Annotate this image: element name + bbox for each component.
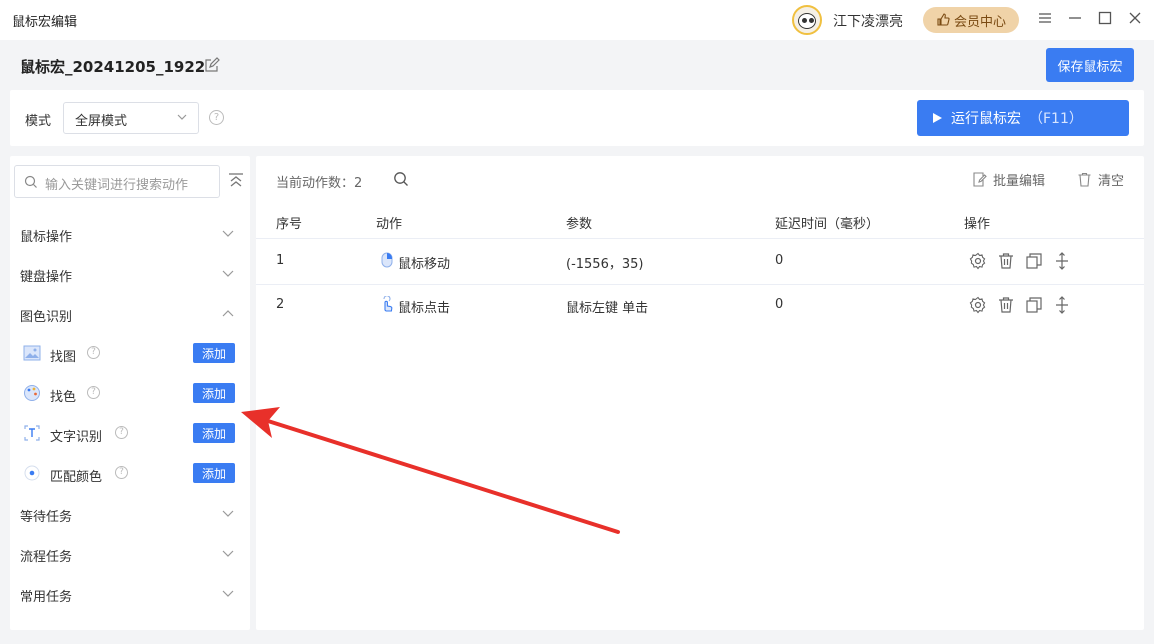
row-index: 2 (276, 297, 285, 312)
copy-icon[interactable] (1025, 296, 1043, 314)
add-color-match-button[interactable]: 添加 (193, 463, 235, 483)
mode-select[interactable]: 全屏模式 (63, 102, 199, 134)
trash-icon (1078, 172, 1091, 187)
minimize-icon[interactable] (1067, 11, 1083, 27)
category-keyboard-ops[interactable]: 键盘操作 (20, 266, 72, 285)
chevron-down-icon (177, 114, 187, 120)
mouse-click-icon (383, 296, 393, 312)
collapse-all-icon[interactable] (228, 172, 244, 188)
search-icon (24, 175, 37, 188)
help-icon[interactable]: ? (115, 426, 128, 439)
menu-icon[interactable] (1037, 11, 1053, 27)
delete-icon[interactable] (997, 296, 1015, 314)
chevron-up-icon[interactable] (221, 306, 235, 320)
help-icon[interactable]: ? (87, 386, 100, 399)
drag-handle-icon[interactable] (1053, 296, 1071, 314)
save-macro-button[interactable]: 保存鼠标宏 (1046, 48, 1134, 82)
search-icon[interactable] (393, 171, 409, 187)
mode-label: 模式 (25, 114, 52, 129)
batch-edit-label: 批量编辑 (993, 174, 1046, 189)
column-header-delay: 延迟时间（毫秒） (775, 217, 880, 232)
row-delay: 0 (775, 253, 784, 268)
mouse-move-icon (381, 252, 393, 268)
row-action: 鼠标点击 (398, 301, 451, 316)
row-params: 鼠标左键 单击 (566, 301, 649, 316)
edit-icon[interactable] (204, 57, 220, 73)
row-action: 鼠标移动 (398, 257, 451, 272)
settings-icon[interactable] (969, 252, 987, 270)
color-match-icon (24, 465, 40, 481)
category-mouse-ops[interactable]: 鼠标操作 (20, 226, 72, 245)
row-index: 1 (276, 253, 285, 268)
thumbs-up-icon (937, 13, 950, 26)
settings-icon[interactable] (969, 296, 987, 314)
chevron-down-icon[interactable] (221, 266, 235, 280)
mode-select-value: 全屏模式 (75, 114, 128, 129)
chevron-down-icon[interactable] (221, 546, 235, 560)
column-header-action: 动作 (376, 217, 403, 232)
copy-icon[interactable] (1025, 252, 1043, 270)
add-find-image-button[interactable]: 添加 (193, 343, 235, 363)
category-flow-tasks[interactable]: 流程任务 (20, 546, 72, 565)
help-icon[interactable]: ? (115, 466, 128, 479)
vip-center-button[interactable]: 会员中心 (923, 7, 1019, 33)
run-shortcut: （F11） (1029, 111, 1083, 127)
row-params: (-1556，35) (566, 257, 644, 272)
action-search-input[interactable]: 输入关键词进行搜索动作 (14, 165, 220, 198)
image-icon (23, 345, 41, 361)
vip-center-label: 会员中心 (953, 14, 1006, 30)
batch-edit-button[interactable]: 批量编辑 (972, 170, 1045, 189)
search-placeholder: 输入关键词进行搜索动作 (45, 178, 189, 193)
divider (256, 238, 1144, 239)
column-header-index: 序号 (276, 217, 303, 232)
maximize-icon[interactable] (1097, 11, 1113, 27)
macro-name: 鼠标宏_20241205_1922 (20, 58, 206, 76)
chevron-down-icon[interactable] (221, 586, 235, 600)
category-common-tasks[interactable]: 常用任务 (20, 586, 72, 605)
help-icon[interactable]: ? (209, 110, 224, 125)
divider (256, 284, 1144, 285)
column-header-operations: 操作 (964, 217, 991, 232)
delete-icon[interactable] (997, 252, 1015, 270)
play-icon (933, 113, 942, 123)
avatar[interactable] (792, 5, 822, 35)
drag-handle-icon[interactable] (1053, 252, 1071, 270)
window-title: 鼠标宏编辑 (12, 15, 78, 30)
color-match-label: 匹配颜色 (50, 470, 103, 485)
find-color-label: 找色 (50, 390, 77, 405)
palette-icon (24, 385, 40, 401)
clear-label: 清空 (1098, 174, 1125, 189)
chevron-down-icon[interactable] (221, 506, 235, 520)
add-text-recognition-button[interactable]: 添加 (193, 423, 235, 443)
username[interactable]: 江下凌漂亮 (833, 11, 903, 31)
text-recognition-icon (24, 425, 40, 441)
clear-button[interactable]: 清空 (1077, 170, 1124, 189)
chevron-down-icon[interactable] (221, 226, 235, 240)
help-icon[interactable]: ? (87, 346, 100, 359)
run-macro-label: 运行鼠标宏 (951, 111, 1021, 127)
action-count: 当前动作数：2 (276, 176, 363, 191)
category-image-color-recognition[interactable]: 图色识别 (20, 306, 72, 325)
batch-edit-icon (973, 172, 987, 187)
close-icon[interactable] (1127, 11, 1143, 27)
add-find-color-button[interactable]: 添加 (193, 383, 235, 403)
text-recognition-label: 文字识别 (50, 430, 103, 445)
row-delay: 0 (775, 297, 784, 312)
run-macro-button[interactable]: 运行鼠标宏 （F11） (917, 100, 1129, 136)
column-header-params: 参数 (566, 217, 593, 232)
find-image-label: 找图 (50, 350, 77, 365)
category-wait-tasks[interactable]: 等待任务 (20, 506, 72, 525)
